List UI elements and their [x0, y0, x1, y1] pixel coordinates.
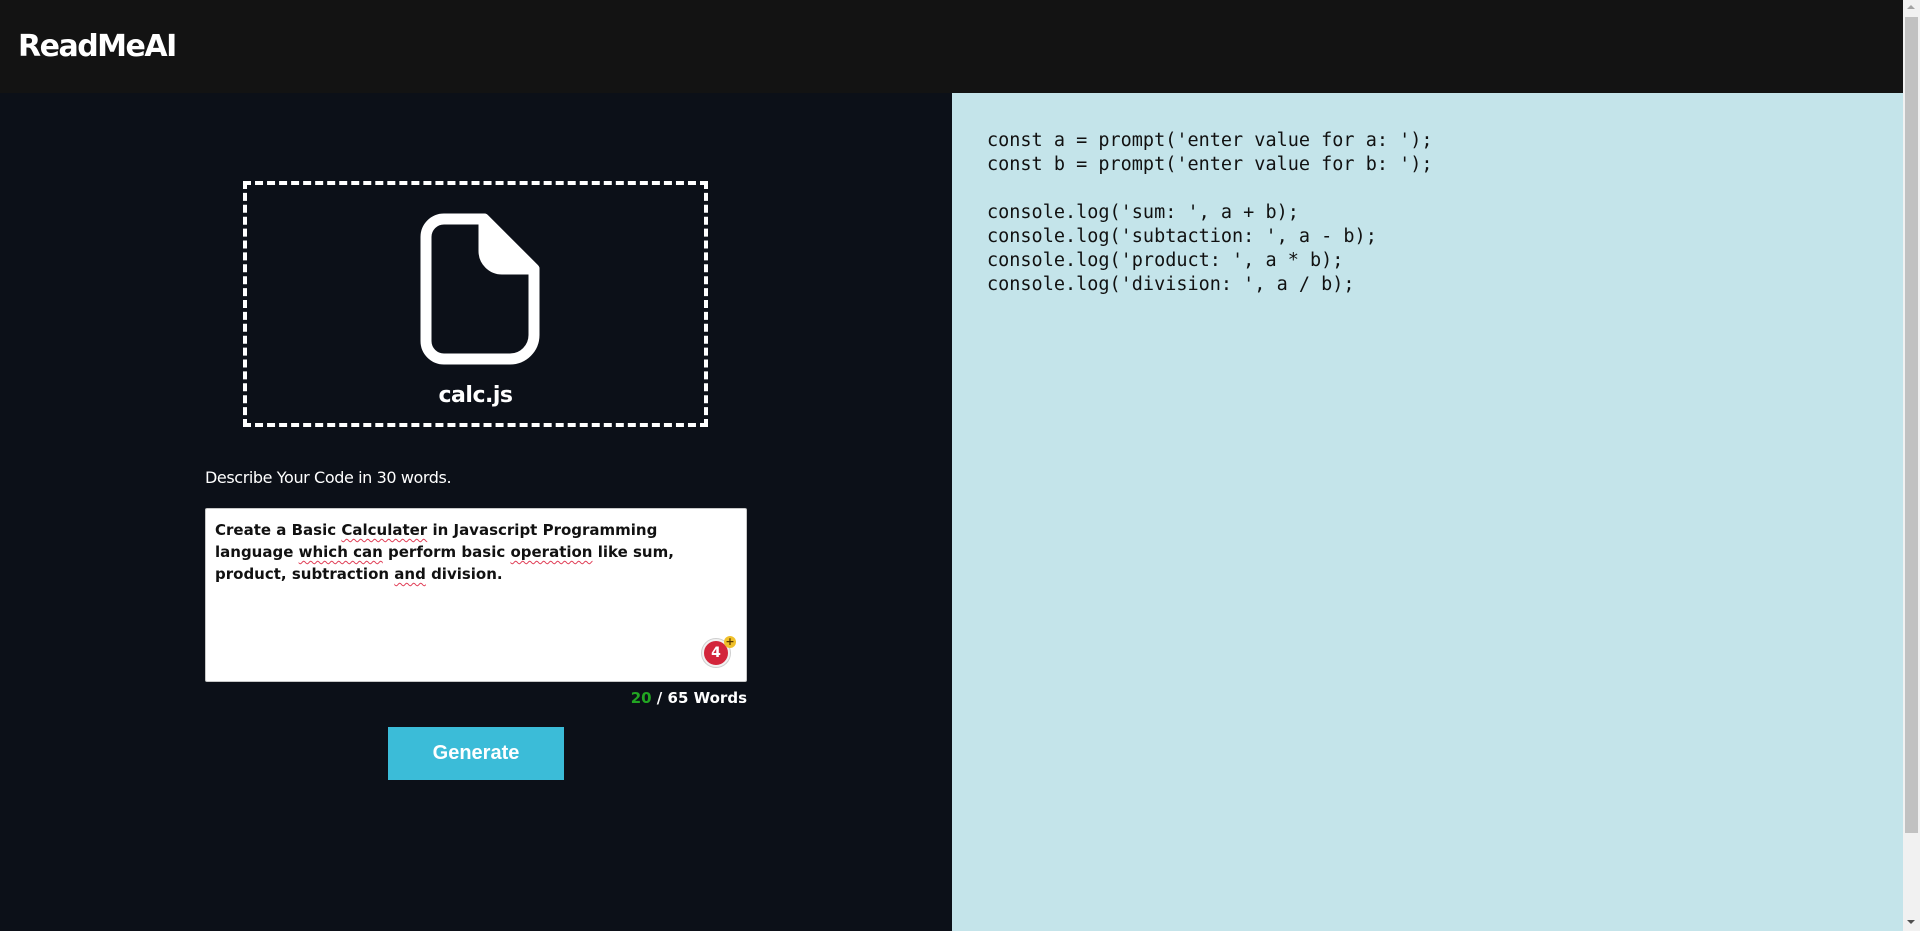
description-text: Create a Basic Calculater in Javascript … [215, 519, 735, 585]
description-word: perform basic [382, 543, 511, 561]
description-word: division. [425, 565, 503, 583]
file-icon [420, 213, 540, 365]
word-count-separator: / [651, 689, 668, 707]
spellcheck-word: Calculater [341, 521, 428, 539]
uploaded-file-name: calc.js [438, 383, 513, 408]
word-count-current: 20 [630, 689, 652, 707]
description-word: Create a Basic [215, 521, 342, 539]
generate-button[interactable]: Generate [388, 727, 564, 780]
word-counter: 20 / 65 Words [205, 689, 747, 707]
spellcheck-word: operation [510, 543, 593, 561]
scrollbar-thumb[interactable] [1905, 17, 1918, 833]
code-preview: const a = prompt('enter value for a: ');… [987, 130, 1433, 295]
scroll-down-arrow-icon[interactable] [1907, 920, 1915, 924]
spellcheck-word: and [394, 565, 426, 583]
description-textarea[interactable]: Create a Basic Calculater in Javascript … [205, 508, 747, 682]
scroll-up-arrow-icon[interactable] [1907, 5, 1915, 9]
page-scrollbar[interactable] [1903, 0, 1920, 931]
word-count-max: 65 Words [667, 689, 747, 707]
code-preview-panel: const a = prompt('enter value for a: ');… [952, 93, 1903, 931]
spellcheck-word: which can [298, 543, 383, 561]
app-header: ReadMeAI [0, 0, 1903, 93]
app-logo[interactable]: ReadMeAI [18, 29, 177, 64]
grammar-plus-icon: + [724, 635, 736, 648]
description-label: Describe Your Code in 30 words. [205, 468, 452, 487]
file-dropzone[interactable]: calc.js [243, 181, 708, 427]
